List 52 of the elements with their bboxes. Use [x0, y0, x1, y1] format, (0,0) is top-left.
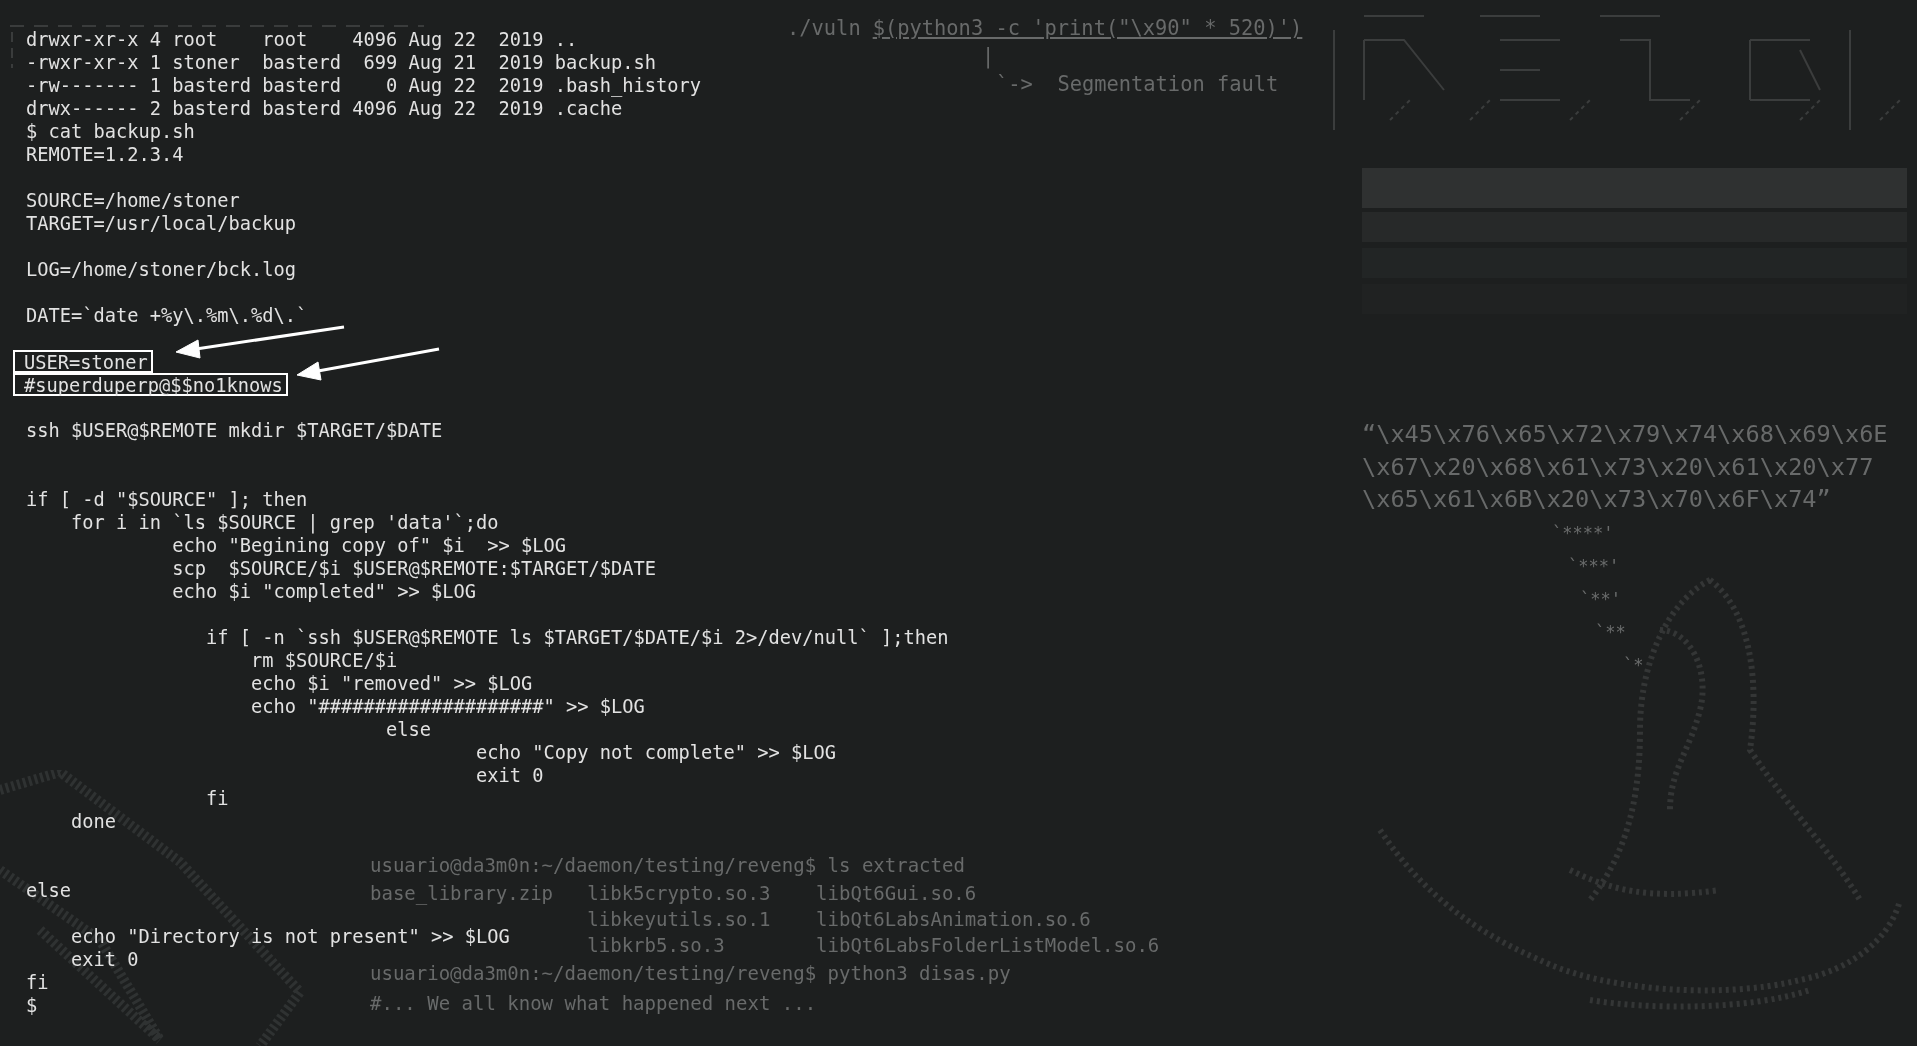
terminal-line: for i in `ls $SOURCE | grep 'data'`;do	[71, 511, 499, 534]
output-text: `-> Segmentation fault	[996, 71, 1279, 97]
terminal-line: LOG=/home/stoner/bck.log	[26, 258, 297, 281]
file-name: libQt6Gui.so.6	[816, 881, 978, 906]
terminal-line: $ cat backup.sh	[26, 120, 195, 143]
command-text: ./vuln	[787, 15, 861, 41]
terminal-line: echo "Copy not complete" >> $LOG	[476, 741, 837, 764]
asterisk-text: `***'	[1568, 555, 1620, 577]
terminal-line: echo "####################" >> $LOG	[251, 695, 645, 718]
terminal-line: echo $i "removed" >> $LOG	[251, 672, 533, 695]
terminal-line: fi	[26, 971, 49, 994]
terminal-line: exit 0	[476, 764, 544, 787]
terminal-line: echo $i "completed" >> $LOG	[172, 580, 477, 603]
quote-line: “\x45\x76\x65\x72\x79\x74\x68\x69\x6E	[1362, 419, 1888, 450]
terminal-line: -rwxr-xr-x 1 stoner basterd 699 Aug 21 2019 backup.sh	[26, 51, 657, 74]
command-argument: $(python3 -c 'print("\x90" * 520)')	[872, 15, 1303, 41]
asterisk-text: `*	[1623, 654, 1644, 676]
file-name: libQt6LabsFolderListModel.so.6	[816, 933, 1160, 958]
terminal-line: else	[386, 718, 432, 741]
file-name: libQt6LabsAnimation.so.6	[816, 907, 1092, 932]
asterisk-text: `****'	[1552, 522, 1614, 544]
file-name: libkrb5.so.3	[587, 933, 726, 958]
asterisk-text: `**'	[1580, 588, 1621, 610]
session-line: #... We all know what happened next ...	[370, 991, 818, 1016]
terminal-line: done	[71, 810, 116, 833]
terminal-line: exit 0	[71, 948, 139, 971]
terminal-line: echo "Begining copy of" $i >> $LOG	[172, 534, 567, 557]
terminal-line: if [ -d "$SOURCE" ]; then	[26, 488, 308, 511]
quote-line: \x65\x61\x6B\x20\x73\x70\x6F\x74”	[1362, 484, 1832, 515]
terminal-line: SOURCE=/home/stoner	[26, 189, 240, 212]
terminal-line: fi	[206, 787, 229, 810]
terminal-line: ssh $USER@$REMOTE mkdir $TARGET/$DATE	[26, 419, 443, 442]
file-name: libkeyutils.so.1	[587, 907, 772, 932]
file-name: libk5crypto.so.3	[587, 881, 772, 906]
terminal-line: -rw------- 1 basterd basterd 0 Aug 22 2019 .bash_history	[26, 74, 702, 97]
file-name: base_library.zip	[370, 881, 555, 906]
terminal-line: else	[26, 879, 71, 902]
terminal-line: DATE=`date +%y\.%m\.%d\.`	[26, 304, 308, 327]
terminal-line: $	[26, 994, 38, 1017]
session-line: usuario@da3m0n:~/daemon/testing/reveng$ python3 disas.py	[370, 961, 1012, 986]
terminal-line: scp $SOURCE/$i $USER@$REMOTE:$TARGET/$DATE	[172, 557, 657, 580]
pipe-text: |	[982, 43, 995, 69]
terminal-line: drwx------ 2 basterd basterd 4096 Aug 22 2019 .cache	[26, 97, 623, 120]
terminal-line: REMOTE=1.2.3.4	[26, 143, 184, 166]
session-line: usuario@da3m0n:~/daemon/testing/reveng$ ls extracted	[370, 853, 966, 878]
quote-line: \x67\x20\x68\x61\x73\x20\x61\x20\x77	[1362, 451, 1875, 483]
terminal-line: echo "Directory is not present" >> $LOG	[71, 925, 510, 948]
terminal-line: TARGET=/usr/local/backup	[26, 212, 297, 235]
terminal-line: rm $SOURCE/$i	[251, 649, 398, 672]
terminal-line: drwxr-xr-x 4 root root 4096 Aug 22 2019 ..	[26, 28, 578, 51]
asterisk-text: `**	[1595, 621, 1626, 643]
terminal-line: if [ -n `ssh $USER@$REMOTE ls $TARGET/$DATE/$i 2>/dev/null` ];then	[206, 626, 949, 649]
